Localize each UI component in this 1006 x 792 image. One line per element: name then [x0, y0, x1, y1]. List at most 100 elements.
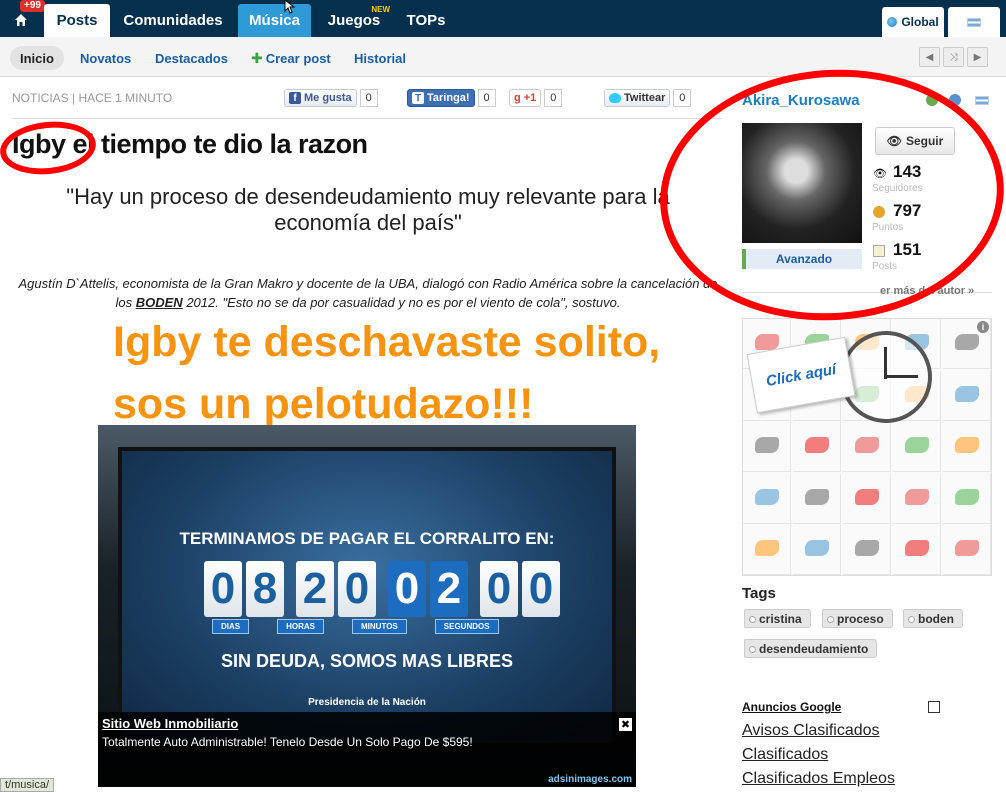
- grid-cell: [743, 525, 791, 575]
- mouse-cursor-icon: [284, 0, 296, 14]
- facebook-label: Me gusta: [304, 92, 352, 104]
- sport-icon: [855, 540, 879, 556]
- subnav-crear-post[interactable]: ✚ Crear post: [251, 46, 331, 70]
- gplus-label: +1: [523, 92, 537, 104]
- grid-cell: [943, 525, 991, 575]
- points-label: Puntos: [872, 222, 904, 233]
- sport-icon: [755, 334, 779, 350]
- post-lead: Agustín D`Attelis, economista de la Gran…: [12, 274, 724, 312]
- gender-icon: [949, 94, 961, 106]
- gplus-share[interactable]: g +1 0: [509, 89, 563, 107]
- facebook-like-button[interactable]: f Me gusta: [284, 89, 357, 107]
- info-icon[interactable]: i: [977, 321, 989, 333]
- facebook-count: 0: [359, 89, 378, 107]
- sport-icon: [805, 488, 829, 505]
- image-ad-overlay[interactable]: Sitio Web Inmobiliario Totalmente Auto A…: [98, 712, 636, 787]
- next-post-button[interactable]: ▶: [967, 47, 988, 67]
- lead-boden-link[interactable]: BODEN: [136, 295, 183, 310]
- user-level-badge: Avanzado: [742, 249, 862, 269]
- sub-navbar: Inicio Novatos Destacados ✚ Crear post Hi…: [0, 37, 1006, 77]
- twitter-share[interactable]: Twittear 0: [604, 89, 692, 107]
- points-count: 797: [893, 201, 922, 220]
- clock-hand: [884, 375, 918, 378]
- tag-item[interactable]: cristina: [744, 609, 811, 628]
- countdown-label: MINUTOS: [352, 619, 407, 634]
- follow-button[interactable]: 👁 Seguir: [875, 127, 955, 155]
- image-ad-source[interactable]: adsinimages.com: [548, 774, 632, 785]
- grid-cell: [943, 473, 991, 524]
- sidebar-ad-banner[interactable]: Click aquí i: [742, 318, 992, 576]
- plus-icon: ✚: [251, 49, 263, 66]
- gplus-button[interactable]: g +1: [509, 89, 542, 107]
- tab-comunidades[interactable]: Comunidades: [114, 4, 232, 37]
- grid-cell: [943, 422, 991, 472]
- sport-icon: [805, 437, 829, 453]
- tab-label: TOPs: [406, 12, 446, 29]
- subnav-label: Novatos: [80, 50, 132, 66]
- grid-cell: [793, 473, 841, 524]
- facebook-icon: f: [289, 92, 301, 104]
- taringa-share[interactable]: T Taringa! 0: [407, 89, 496, 107]
- google-ad-link[interactable]: Avisos Clasificados: [742, 722, 880, 740]
- prev-post-button[interactable]: ◀: [919, 47, 940, 67]
- facebook-like[interactable]: f Me gusta 0: [284, 89, 378, 107]
- orange-comment-line-2: sos un pelotudazo!!!: [113, 380, 534, 428]
- countdown-label: DIAS: [212, 619, 250, 634]
- notifications-badge[interactable]: +99: [20, 0, 45, 12]
- grid-cell: [743, 473, 791, 524]
- more-from-author-link[interactable]: er más del autor »: [880, 285, 974, 297]
- top-navbar: +99 Posts Comunidades Música Juegos NEW T…: [0, 0, 1006, 37]
- tab-musica[interactable]: Música: [238, 4, 311, 37]
- global-label: Global: [901, 15, 939, 29]
- tab-posts[interactable]: Posts: [44, 4, 110, 37]
- taringa-share-button[interactable]: T Taringa!: [407, 89, 475, 107]
- google-ad-link[interactable]: Clasificados Empleos: [742, 770, 895, 788]
- post-meta: NOTICIAS | HACE 1 MINUTO: [12, 91, 173, 105]
- close-icon[interactable]: ✖: [619, 718, 632, 731]
- screen-logos: Presidencia de la Nación: [308, 697, 426, 708]
- global-button[interactable]: Global: [882, 7, 944, 37]
- posts-count: 151: [893, 240, 922, 259]
- tab-label: Posts: [56, 12, 98, 29]
- subnav-label: Destacados: [155, 50, 228, 66]
- gplus-count: 0: [544, 89, 563, 107]
- sport-icon: [905, 437, 929, 453]
- grid-cell: [843, 473, 891, 524]
- subnav-historial[interactable]: Historial: [354, 46, 406, 70]
- tab-tops[interactable]: TOPs: [396, 4, 456, 37]
- tab-juegos[interactable]: Juegos NEW: [316, 4, 392, 37]
- twitter-button[interactable]: Twittear: [604, 89, 671, 107]
- avatar[interactable]: [742, 123, 862, 243]
- post-quote: "Hay un proceso de desendeudamiento muy …: [66, 184, 670, 235]
- sport-icon: [805, 540, 829, 556]
- lead-text-2: 2012. "Esto no se da por casualidad y no…: [186, 295, 621, 310]
- tag-item[interactable]: desendeudamiento: [744, 639, 878, 658]
- subnav-destacados[interactable]: Destacados: [155, 46, 228, 70]
- image-ad-title[interactable]: Sitio Web Inmobiliario: [102, 716, 238, 731]
- twitter-label: Twittear: [624, 92, 666, 104]
- arrow-right-icon: ▶: [973, 51, 982, 63]
- countdown-digit: 0: [388, 561, 426, 617]
- random-post-button[interactable]: ⤨: [943, 47, 964, 67]
- sport-icon: [955, 334, 979, 350]
- country-flag-button[interactable]: [948, 7, 1000, 37]
- subnav-novatos[interactable]: Novatos: [80, 46, 131, 70]
- countdown-labels: DIAS HORAS MINUTOS SEGUNDOS: [212, 619, 499, 634]
- google-ad-link[interactable]: Clasificados: [742, 746, 828, 764]
- sport-icon: [905, 540, 929, 556]
- shuffle-icon: ⤨: [949, 51, 958, 63]
- countdown-digits: 0 8 2 0 0 2 0 0: [204, 561, 560, 617]
- external-link-icon[interactable]: [928, 701, 940, 713]
- sport-icon: [905, 488, 929, 505]
- google-ads-heading[interactable]: Anuncios Google: [742, 700, 841, 714]
- tag-item[interactable]: boden: [903, 609, 963, 628]
- image-ad-text: Totalmente Auto Administrable! Tenelo De…: [102, 735, 473, 749]
- subnav-inicio[interactable]: Inicio: [10, 46, 64, 70]
- country-flag-icon: [975, 96, 989, 105]
- eye-icon: 👁: [886, 134, 902, 148]
- argentina-flag-icon: [967, 17, 981, 27]
- tag-item[interactable]: proceso: [822, 609, 893, 628]
- countdown-digit: 0: [204, 561, 242, 617]
- author-name[interactable]: Akira_Kurosawa: [742, 92, 860, 109]
- grid-cell: [793, 525, 841, 575]
